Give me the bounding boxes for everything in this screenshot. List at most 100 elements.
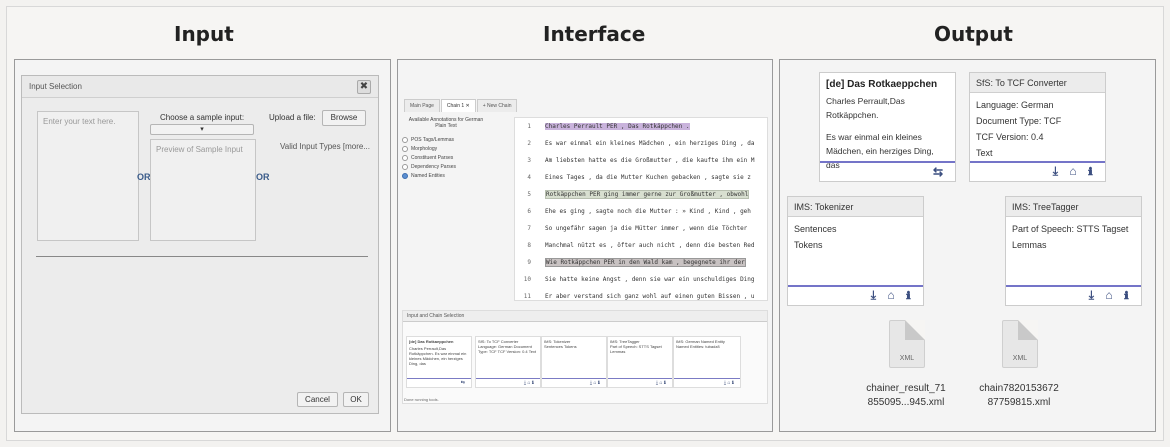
input-selection-dialog: Input Selection ✖ Enter your text here. … <box>21 75 379 414</box>
xml-file-icon[interactable]: XML <box>1002 320 1038 368</box>
text-line: 1 Charles Perrault PER , Das Rotkäppchen … <box>515 118 767 135</box>
swap-icon[interactable]: ⇆ <box>933 165 947 179</box>
text-line: 10 Sie hatte keine Angst , denn sie war e… <box>515 271 767 288</box>
line-number: 2 <box>527 140 531 147</box>
or-label-1: OR <box>137 172 151 182</box>
mini-card-source[interactable]: [de] Das Rotkaeppchen Charles Perrault,Da… <box>406 336 472 388</box>
text-line: 7 So ungefähr sagen ja die Mütter immer ,… <box>515 220 767 237</box>
mini-card-treetagger[interactable]: IMS: TreeTagger Part of Speech: STTS Tags… <box>607 336 673 388</box>
card-bar <box>1006 285 1141 287</box>
mini-card-bar <box>674 378 740 379</box>
treetagger-card[interactable]: IMS: TreeTagger Part of Speech: STTS Tag… <box>1005 196 1142 306</box>
radio-selected-icon <box>402 173 408 179</box>
file-name-line: 855095...945.xml <box>867 397 945 408</box>
cancel-button[interactable]: Cancel <box>297 392 338 407</box>
card-body: Language: German Document Type: TCF TCF … <box>970 93 1105 165</box>
dialog-title: Input Selection <box>22 76 378 98</box>
mini-card-bar <box>608 378 672 379</box>
text-line: 4 Eines Tages , da die Mutter Kuchen geba… <box>515 169 767 186</box>
chain-selection-header: Input and Chain Selection <box>403 311 767 322</box>
card-bar <box>970 161 1105 163</box>
valid-input-types-link[interactable]: Valid Input Types [more... <box>280 142 370 151</box>
browse-button[interactable]: Browse <box>322 110 366 126</box>
card-line: Lemmas <box>1012 240 1047 250</box>
card-bar <box>788 285 923 287</box>
tab-new-chain[interactable]: + New Chain <box>476 99 518 112</box>
mini-card-body: Part of Speech: STTS Tagset Lemmas <box>610 344 662 354</box>
swap-icon[interactable]: ⇆ <box>461 380 465 386</box>
mini-card-bar <box>407 378 471 379</box>
card-action-icons[interactable]: ⤓ ⌂ ℹ <box>871 288 915 303</box>
mini-card-body: Named Entities: tubadz8 <box>676 344 720 349</box>
card-action-icons[interactable]: ⤓ ⌂ ℹ <box>1053 164 1097 179</box>
ok-button[interactable]: OK <box>343 392 369 407</box>
annotation-option[interactable]: Constituent Parses <box>402 155 506 161</box>
file-name[interactable]: chain7820153672 87759815.xml <box>963 382 1075 410</box>
file-name[interactable]: chainer_result_71 855095...945.xml <box>850 382 962 410</box>
heading-output: Output <box>934 22 1013 46</box>
line-text: Wie Rotkäppchen PER in den Wald kam , be… <box>545 258 746 267</box>
line-text: Charles Perrault PER , Das Rotkäppchen . <box>545 123 690 130</box>
card-line: Sentences <box>794 224 837 234</box>
file-name-line: chain7820153672 <box>979 383 1059 394</box>
upload-label: Upload a file: <box>269 113 316 122</box>
card-line: Mädchen, ein herziges Ding, das <box>826 146 934 170</box>
card-line: Language: German <box>976 100 1054 110</box>
card-bar <box>820 161 955 163</box>
chain-tabs: Main Page Chain 1 ✕ + New Chain <box>404 94 518 112</box>
line-text: Sie hatte keine Angst , denn sie war ein… <box>545 276 755 283</box>
line-text: Rotkäppchen PER ging immer gerne zur Gro… <box>545 190 750 199</box>
annotation-option[interactable]: Named Entities <box>402 173 506 179</box>
mini-card-bar <box>542 378 606 379</box>
line-text: Am liebsten hatte es die Großmutter , di… <box>545 157 755 164</box>
mini-card-title: [de] Das Rotkaeppchen <box>409 339 454 344</box>
source-text-card[interactable]: [de] Das Rotkaeppchen Charles Perrault,D… <box>819 72 956 182</box>
annotation-option[interactable]: Morphology <box>402 146 506 152</box>
card-action-icons[interactable]: ⤓ ⌂ ℹ <box>1089 288 1133 303</box>
status-text: Done running tools. <box>404 397 439 402</box>
tab-chain-1[interactable]: Chain 1 ✕ <box>440 99 476 112</box>
mini-card-ner[interactable]: IMS: German Named Entity Named Entities: … <box>673 336 741 388</box>
annotation-option[interactable]: POS Tags/Lemmas <box>402 137 506 143</box>
text-input[interactable]: Enter your text here. <box>37 111 139 241</box>
line-text: So ungefähr sagen ja die Mütter immer , … <box>545 225 748 232</box>
xml-file-icon[interactable]: XML <box>889 320 925 368</box>
tokenizer-card[interactable]: IMS: Tokenizer Sentences Tokens ⤓ ⌂ ℹ <box>787 196 924 306</box>
annotations-title: Available Annotations for German Plain T… <box>408 117 484 129</box>
line-text: Eines Tages , da die Mutter Kuchen gebac… <box>545 174 751 181</box>
card-line-spacer <box>826 122 949 130</box>
sample-input-label: Choose a sample input: <box>160 113 245 122</box>
card-title: SfS: To TCF Converter <box>970 73 1105 93</box>
tcf-converter-card[interactable]: SfS: To TCF Converter Language: German D… <box>969 72 1106 182</box>
card-title: IMS: Tokenizer <box>788 197 923 217</box>
card-action-icons[interactable]: ⤓ ⌂ ℹ <box>656 380 666 386</box>
mini-card-body: Language: German Document Type: TCF TCF … <box>478 344 537 354</box>
card-action-icons[interactable]: ⤓ ⌂ ℹ <box>590 380 600 386</box>
card-body: Part of Speech: STTS Tagset Lemmas <box>1006 217 1141 257</box>
card-line: Rotkäppchen. <box>826 110 879 120</box>
file-type-label: XML <box>1012 355 1028 362</box>
line-number: 9 <box>527 259 531 266</box>
card-line: Part of Speech: STTS Tagset <box>1012 224 1129 234</box>
line-text: Es war einmal ein kleines Mädchen , ein … <box>545 140 755 147</box>
sample-input-select[interactable]: ▾ <box>150 124 254 135</box>
mini-card-tokenizer[interactable]: IMS: Tokenizer Sentences Tokens ⤓ ⌂ ℹ <box>541 336 607 388</box>
tab-main-page[interactable]: Main Page <box>404 99 440 112</box>
text-line: 6 Ehe es ging , sagte noch die Mutter : »… <box>515 203 767 220</box>
close-icon[interactable]: ✖ <box>357 80 371 94</box>
card-line: Es war einmal ein kleines <box>826 132 922 142</box>
line-number: 11 <box>523 293 531 300</box>
annotation-label: Named Entities <box>411 173 445 179</box>
card-line: Charles Perrault,Das <box>826 96 905 106</box>
text-line: 8 Manchmal nützt es , öfter auch nicht , … <box>515 237 767 254</box>
card-action-icons[interactable]: ⤓ ⌂ ℹ <box>724 380 734 386</box>
mini-card-tcf[interactable]: SfS: To TCF Converter Language: German Do… <box>475 336 541 388</box>
card-action-icons[interactable]: ⤓ ⌂ ℹ <box>524 380 534 386</box>
line-number: 6 <box>527 208 531 215</box>
line-number: 8 <box>527 242 531 249</box>
divider <box>36 256 368 257</box>
annotation-option[interactable]: Dependency Parses <box>402 164 506 170</box>
heading-interface: Interface <box>543 22 646 46</box>
chevron-down-icon: ▾ <box>200 126 204 133</box>
line-number: 4 <box>527 174 531 181</box>
